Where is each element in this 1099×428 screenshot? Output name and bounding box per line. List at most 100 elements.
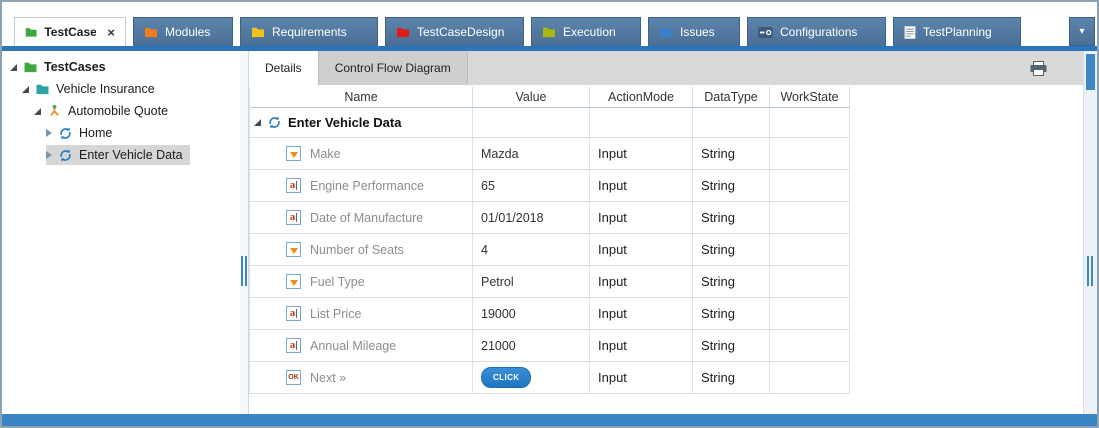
- table-row-value[interactable]: 01/01/2018: [473, 202, 590, 234]
- table-row-name[interactable]: List Price: [250, 298, 473, 330]
- table-row-datatype[interactable]: String: [693, 266, 770, 298]
- text-input-icon: [286, 210, 301, 225]
- table-row-actionmode[interactable]: Input: [590, 298, 693, 330]
- group-cell-workstate[interactable]: [770, 108, 850, 138]
- plug-icon: [758, 27, 773, 38]
- folder-icon: [251, 26, 265, 38]
- table-row-name[interactable]: Annual Mileage: [250, 330, 473, 362]
- table-row-actionmode[interactable]: Input: [590, 170, 693, 202]
- tree-item-label: TestCases: [44, 60, 106, 74]
- table-row-workstate[interactable]: [770, 170, 850, 202]
- tree-item-home[interactable]: Home: [2, 122, 240, 144]
- close-tab-icon[interactable]: ×: [107, 26, 115, 39]
- select-box-icon: [286, 146, 301, 161]
- table-row-datatype[interactable]: String: [693, 138, 770, 170]
- table-row-name[interactable]: Number of Seats: [250, 234, 473, 266]
- flow-icon: [47, 104, 62, 119]
- column-header-datatype[interactable]: DataType: [693, 87, 770, 108]
- tree-item-label: Home: [79, 126, 112, 140]
- expander-open-icon[interactable]: [10, 64, 17, 71]
- table-row-name[interactable]: Date of Manufacture: [250, 202, 473, 234]
- table-row-actionmode[interactable]: Input: [590, 138, 693, 170]
- table-row-workstate[interactable]: [770, 298, 850, 330]
- tab-control-flow-diagram[interactable]: Control Flow Diagram: [318, 51, 468, 85]
- column-header-name[interactable]: Name: [250, 87, 473, 108]
- table-row-datatype[interactable]: String: [693, 202, 770, 234]
- table-row-actionmode[interactable]: Input: [590, 202, 693, 234]
- details-panel: Details Control Flow Diagram Name Val: [248, 51, 1083, 414]
- folder-icon: [35, 83, 50, 95]
- expander-closed-icon[interactable]: [46, 129, 52, 137]
- table-row-name[interactable]: Engine Performance: [250, 170, 473, 202]
- table-row-name[interactable]: Fuel Type: [250, 266, 473, 298]
- table-row-actionmode[interactable]: Input: [590, 266, 693, 298]
- tab-label: Issues: [680, 25, 715, 39]
- folder-icon: [144, 26, 158, 38]
- table-row-workstate[interactable]: [770, 234, 850, 266]
- table-row-workstate[interactable]: [770, 266, 850, 298]
- tab-issues[interactable]: Issues: [648, 17, 740, 46]
- column-header-actionmode[interactable]: ActionMode: [590, 87, 693, 108]
- tree-item-vehicle-insurance[interactable]: Vehicle Insurance: [2, 78, 240, 100]
- tree-item-testcases[interactable]: TestCases: [2, 56, 240, 78]
- printer-icon: [1030, 61, 1047, 76]
- table-row-datatype[interactable]: String: [693, 170, 770, 202]
- chevron-down-icon: ▾: [1079, 26, 1084, 37]
- table-row-workstate[interactable]: [770, 138, 850, 170]
- expander-open-icon[interactable]: [22, 86, 29, 93]
- table-row-value[interactable]: 4: [473, 234, 590, 266]
- tab-testcasedesign[interactable]: TestCaseDesign: [385, 17, 524, 46]
- table-row-value: CLICK: [473, 362, 590, 394]
- table-row-value[interactable]: 21000: [473, 330, 590, 362]
- print-button[interactable]: [1029, 60, 1047, 76]
- expander-open-icon[interactable]: [34, 108, 41, 115]
- table-row-actionmode[interactable]: Input: [590, 234, 693, 266]
- tree-item-automobile-quote[interactable]: Automobile Quote: [2, 100, 240, 122]
- group-row-name[interactable]: Enter Vehicle Data: [250, 108, 473, 138]
- right-splitter-rail[interactable]: [1083, 51, 1097, 414]
- rail-segment[interactable]: [1086, 54, 1095, 90]
- table-row-actionmode[interactable]: Input: [590, 330, 693, 362]
- tab-requirements[interactable]: Requirements: [240, 17, 378, 46]
- tab-testcases[interactable]: TestCases ×: [14, 17, 126, 46]
- table-row-value[interactable]: 19000: [473, 298, 590, 330]
- table-row-datatype[interactable]: String: [693, 330, 770, 362]
- column-header-value[interactable]: Value: [473, 87, 590, 108]
- table-row-value[interactable]: Petrol: [473, 266, 590, 298]
- tab-details[interactable]: Details: [249, 51, 318, 85]
- tab-label: Details: [265, 61, 302, 75]
- splitter-handle-icon: [241, 256, 247, 286]
- group-cell-actionmode[interactable]: [590, 108, 693, 138]
- tab-execution[interactable]: Execution: [531, 17, 641, 46]
- table-row-datatype[interactable]: String: [693, 234, 770, 266]
- folder-icon: [396, 26, 410, 38]
- table-row-name[interactable]: Next »: [250, 362, 473, 394]
- tab-testplanning[interactable]: TestPlanning: [893, 17, 1021, 46]
- table-row-workstate[interactable]: [770, 330, 850, 362]
- table-row-actionmode[interactable]: Input: [590, 362, 693, 394]
- group-cell-datatype[interactable]: [693, 108, 770, 138]
- tab-configurations[interactable]: Configurations: [747, 17, 886, 46]
- tree-item-enter-vehicle-data[interactable]: Enter Vehicle Data: [2, 144, 240, 166]
- expander-open-icon[interactable]: [254, 119, 261, 126]
- app-window: TestCases × Modules Requirements TestCas…: [0, 0, 1099, 428]
- click-button[interactable]: CLICK: [481, 367, 531, 388]
- table-row-workstate[interactable]: [770, 202, 850, 234]
- testcase-tree: TestCases Vehicle Insurance Automob: [2, 51, 240, 414]
- testcase-refresh-icon: [58, 148, 73, 163]
- table-row-name[interactable]: Make: [250, 138, 473, 170]
- group-cell-value[interactable]: [473, 108, 590, 138]
- table-row-value[interactable]: 65: [473, 170, 590, 202]
- tab-overflow-button[interactable]: ▾: [1069, 17, 1095, 46]
- details-tab-bar: Details Control Flow Diagram: [249, 51, 1083, 85]
- tree-item-label: Automobile Quote: [68, 104, 168, 118]
- table-row-datatype[interactable]: String: [693, 362, 770, 394]
- text-input-icon: [286, 338, 301, 353]
- tab-modules[interactable]: Modules: [133, 17, 233, 46]
- expander-closed-icon[interactable]: [46, 151, 52, 159]
- table-row-value[interactable]: Mazda: [473, 138, 590, 170]
- column-header-workstate[interactable]: WorkState: [770, 87, 850, 108]
- tree-splitter[interactable]: [240, 51, 248, 414]
- table-row-datatype[interactable]: String: [693, 298, 770, 330]
- table-row-workstate[interactable]: [770, 362, 850, 394]
